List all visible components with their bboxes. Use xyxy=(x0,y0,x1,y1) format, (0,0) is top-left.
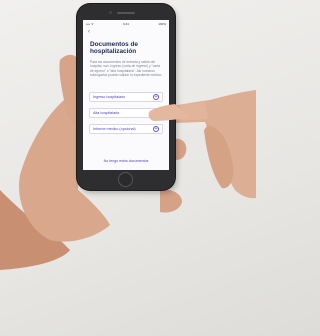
pointing-finger-overlay xyxy=(148,104,190,121)
photo-scene: •••• ᯤ 9:41 100% ‹ Documentos de hospita… xyxy=(0,0,256,336)
pointing-fingertip xyxy=(148,104,190,121)
